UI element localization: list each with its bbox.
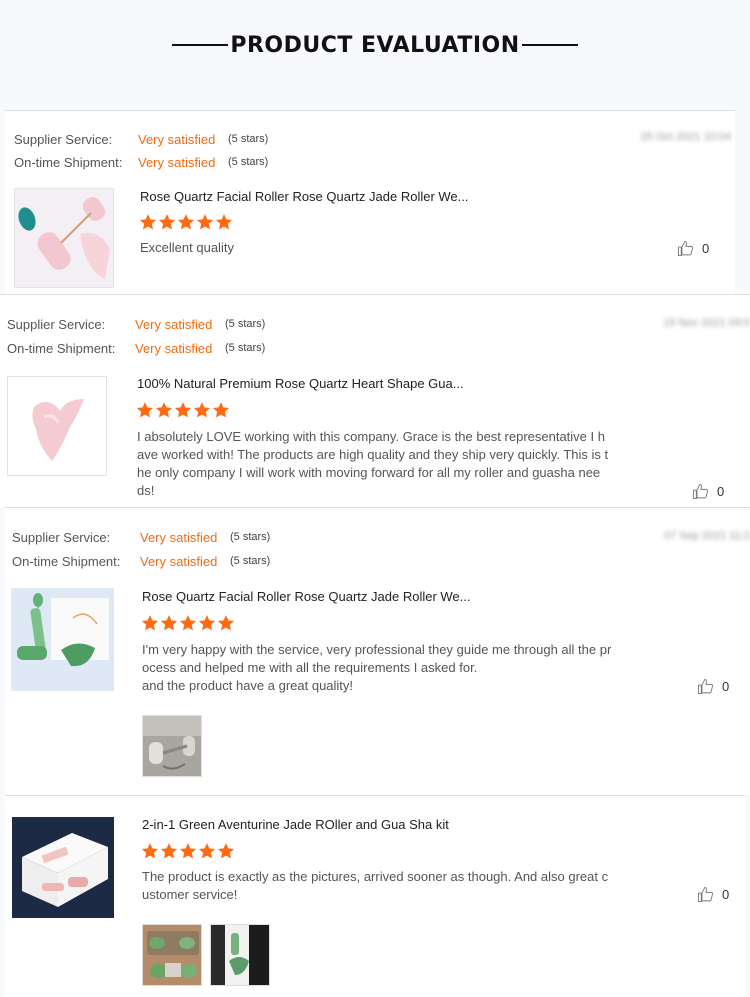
page-title: PRODUCT EVALUATION [230,32,520,58]
review-photo[interactable] [142,715,202,777]
customer-kit-photo-1 [143,925,201,985]
thumbs-up-icon[interactable] [697,886,714,903]
review-comment: I absolutely LOVE working with this comp… [137,429,609,498]
rating-stars [141,614,235,632]
supplier-service-stars: (5 stars) [225,318,266,330]
rating-stars [139,213,233,231]
review-photo[interactable] [210,924,270,986]
shipment-value: Very satisfied [138,154,216,170]
supplier-service-label: Supplier Service: [14,131,113,147]
review-photo[interactable] [142,924,202,986]
customer-roller-photo [143,716,201,776]
star-icon [217,842,235,860]
star-icon [217,614,235,632]
supplier-service-stars: (5 stars) [230,531,271,543]
rating-stars [141,842,235,860]
review-card: Supplier Service: Very satisfied (5 star… [5,507,750,795]
jade-roller-box-image [11,588,114,691]
review-comment: The product is exactly as the pictures, … [142,869,609,902]
star-icon [155,401,173,419]
shipment-value: Very satisfied [135,340,213,356]
supplier-service-value: Very satisfied [138,131,216,147]
star-icon [136,401,154,419]
star-icon [160,842,178,860]
product-thumbnail[interactable] [14,188,114,288]
heading-right-rule [521,44,578,46]
supplier-service-label: Supplier Service: [12,529,111,545]
heading-left-rule [172,44,229,46]
supplier-service-value: Very satisfied [135,316,213,332]
shipment-label: On-time Shipment: [14,154,123,170]
shipment-stars: (5 stars) [225,342,266,354]
star-icon [141,842,159,860]
rating-stars [136,401,230,419]
product-title-link[interactable]: 100% Natural Premium Rose Quartz Heart S… [137,376,464,391]
shipment-label: On-time Shipment: [7,340,116,356]
star-icon [139,213,157,231]
review-comment: Excellent quality [140,240,234,255]
star-icon [179,842,197,860]
rose-quartz-heart-gua-sha-image [8,377,106,475]
star-icon [179,614,197,632]
review-card: Supplier Service: Very satisfied (5 star… [0,294,750,507]
supplier-service-stars: (5 stars) [228,133,269,145]
review-card: 2-in-1 Green Aventurine Jade ROller and … [5,795,745,997]
like-count: 0 [702,241,710,256]
like-count: 0 [722,887,730,902]
shipment-stars: (5 stars) [228,156,269,168]
section-heading: PRODUCT EVALUATION [0,28,750,62]
like-count: 0 [722,679,730,694]
like-button[interactable]: 0 [692,483,724,500]
product-thumbnail[interactable] [7,376,107,476]
star-icon [198,842,216,860]
star-icon [212,401,230,419]
thumbs-up-icon[interactable] [697,678,714,695]
customer-kit-photo-2 [211,925,269,985]
green-aventurine-kit-image [12,817,114,918]
star-icon [160,614,178,632]
shipment-value: Very satisfied [140,553,218,569]
product-title-link[interactable]: Rose Quartz Facial Roller Rose Quartz Ja… [140,189,469,204]
thumbs-up-icon[interactable] [692,483,709,500]
supplier-service-value: Very satisfied [140,529,218,545]
star-icon [158,213,176,231]
star-icon [198,614,216,632]
shipment-stars: (5 stars) [230,555,271,567]
thumbs-up-icon[interactable] [677,240,694,257]
review-comment: I'm very happy with the service, very pr… [142,642,612,693]
product-thumbnail[interactable] [12,817,114,918]
like-button[interactable]: 0 [697,886,729,903]
review-date: 07 Sep 2021 11:2 [663,530,750,542]
product-title-link[interactable]: 2-in-1 Green Aventurine Jade ROller and … [142,817,449,832]
like-button[interactable]: 0 [677,240,709,257]
product-title-link[interactable]: Rose Quartz Facial Roller Rose Quartz Ja… [142,589,471,604]
star-icon [196,213,214,231]
like-button[interactable]: 0 [697,678,729,695]
star-icon [174,401,192,419]
product-thumbnail[interactable] [11,588,114,691]
supplier-service-label: Supplier Service: [7,316,106,332]
star-icon [141,614,159,632]
review-date: 25 Oct 2021 10:04 [640,131,731,143]
star-icon [177,213,195,231]
rose-quartz-roller-image [15,189,113,287]
like-count: 0 [717,484,725,499]
star-icon [215,213,233,231]
review-date: 19 Nov 2021 09:5 [663,317,750,329]
star-icon [193,401,211,419]
shipment-label: On-time Shipment: [12,553,121,569]
review-card: Supplier Service: Very satisfied (5 star… [5,110,735,294]
